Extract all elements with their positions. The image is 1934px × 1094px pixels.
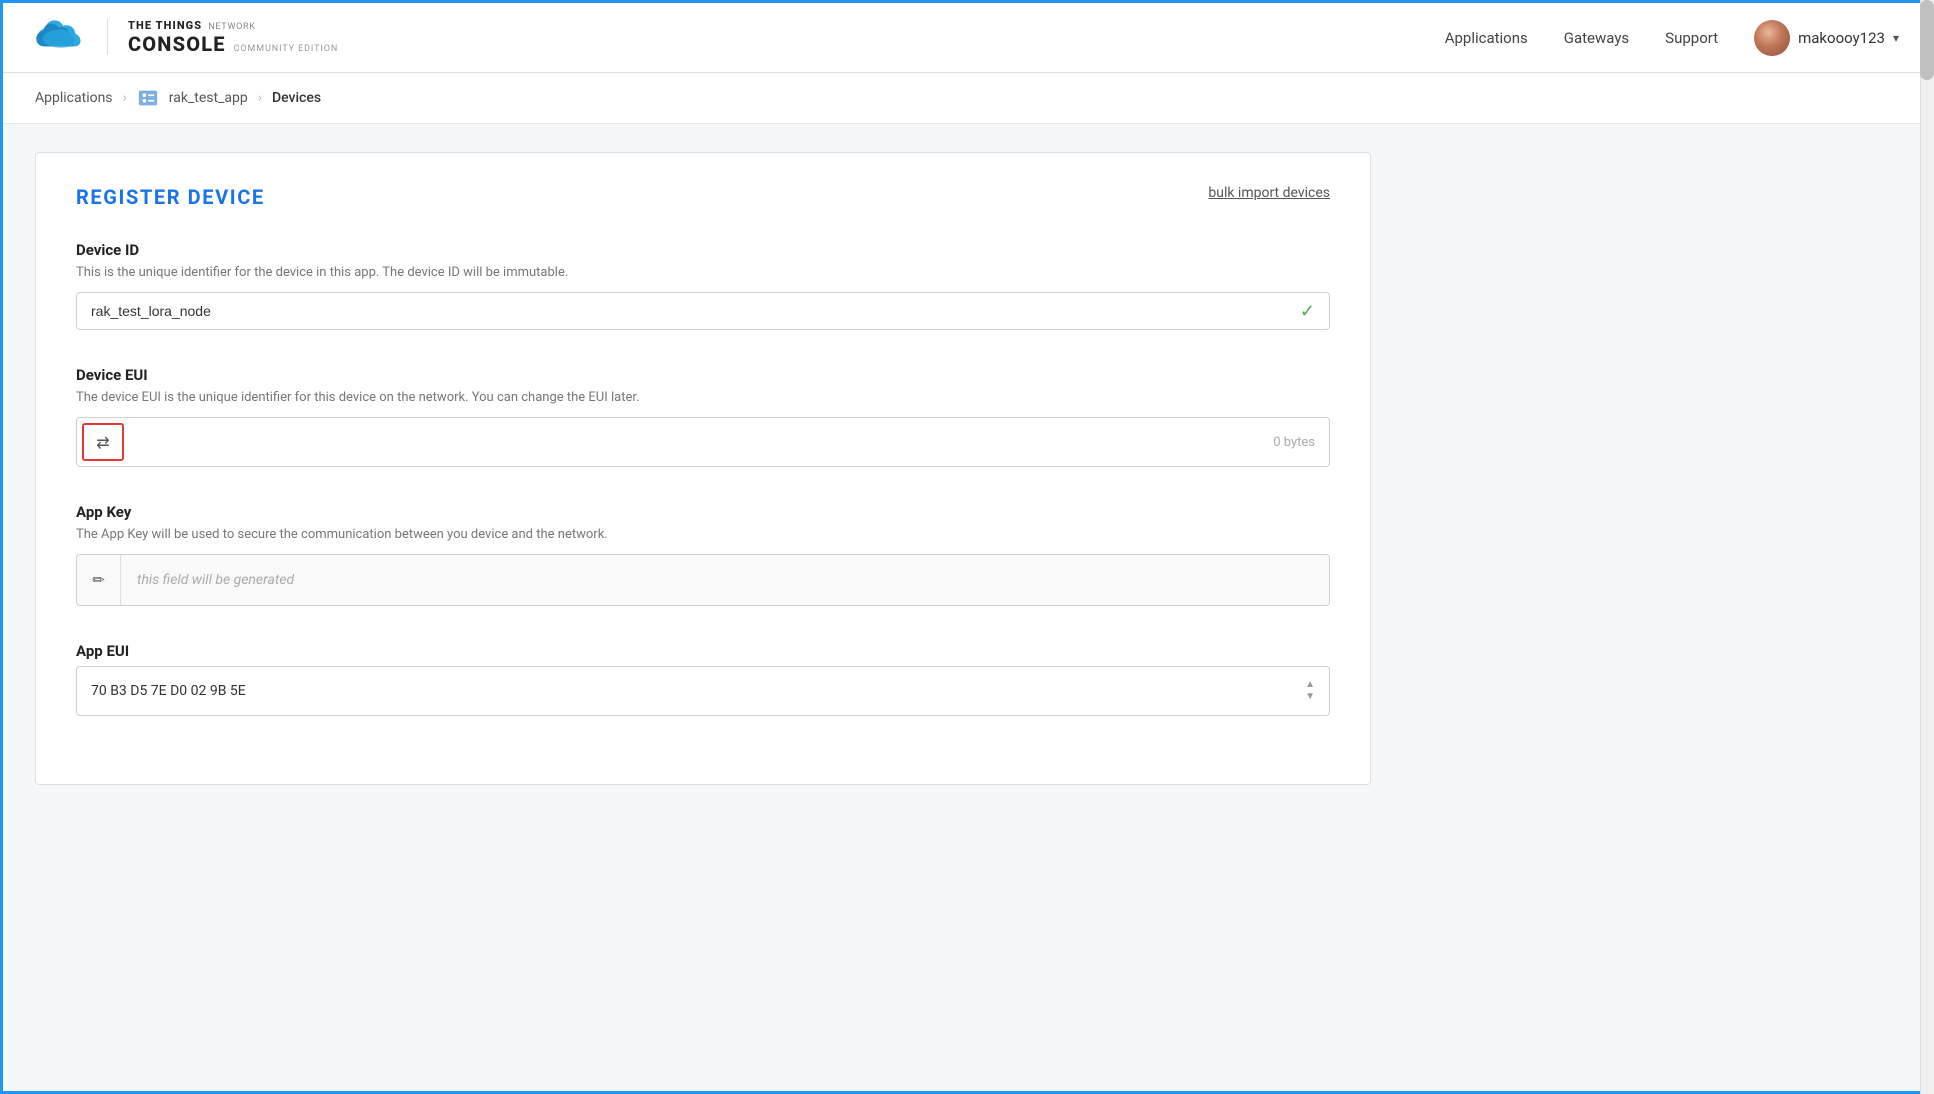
breadcrumb-applications[interactable]: Applications [35,90,113,106]
app-eui-input-wrapper: 70 B3 D5 7E D0 02 9B 5E ▲ ▼ [76,666,1330,716]
app-eui-label: App EUI [76,642,1330,660]
spinner-up-icon[interactable]: ▲ [1305,680,1315,690]
register-device-card: REGISTER DEVICE bulk import devices Devi… [35,152,1371,785]
logo-divider [107,19,108,55]
main-content: REGISTER DEVICE bulk import devices Devi… [3,124,1403,813]
spinner-down-icon[interactable]: ▼ [1305,692,1315,702]
valid-checkmark-icon: ✓ [1300,301,1315,322]
cloud-logo-icon [35,19,87,55]
user-menu[interactable]: makoooy123 ▾ [1754,20,1899,56]
header: THE THINGS NETWORK CONSOLE COMMUNITY EDI… [3,3,1931,73]
username-label: makoooy123 [1798,29,1885,47]
app-key-field: App Key The App Key will be used to secu… [76,503,1330,606]
breadcrumb-current: Devices [272,90,321,106]
nav-support[interactable]: Support [1665,29,1718,47]
scrollbar[interactable] [1920,0,1934,1094]
logo-area: THE THINGS NETWORK CONSOLE COMMUNITY EDI… [35,19,338,57]
card-header: REGISTER DEVICE bulk import devices [76,185,1330,209]
app-key-description: The App Key will be used to secure the c… [76,527,1330,542]
page-title: REGISTER DEVICE [76,185,265,209]
app-eui-field: App EUI 70 B3 D5 7E D0 02 9B 5E ▲ ▼ [76,642,1330,716]
breadcrumb-app-icon [137,87,159,109]
device-id-input[interactable] [77,293,1329,329]
scrollbar-thumb[interactable] [1920,0,1934,80]
device-eui-field: Device EUI The device EUI is the unique … [76,366,1330,467]
nav-applications[interactable]: Applications [1445,29,1528,47]
avatar [1754,20,1790,56]
device-id-label: Device ID [76,241,1330,259]
brand-name: THE THINGS [128,19,202,32]
breadcrumb-app-name[interactable]: rak_test_app [169,90,248,106]
device-id-field: Device ID This is the unique identifier … [76,241,1330,330]
main-nav: Applications Gateways Support makoooy123… [1445,20,1899,56]
breadcrumb-sep-1: › [123,90,127,106]
chevron-down-icon: ▾ [1893,31,1899,45]
device-eui-label: Device EUI [76,366,1330,384]
brand-sub: NETWORK [208,22,255,33]
breadcrumb-sep-2: › [258,90,262,106]
logo-text: THE THINGS NETWORK CONSOLE COMMUNITY EDI… [128,19,338,57]
nav-gateways[interactable]: Gateways [1564,29,1629,47]
bulk-import-link[interactable]: bulk import devices [1208,185,1330,201]
device-id-input-wrapper: ✓ [76,292,1330,330]
generate-eui-button[interactable]: ⇄ [82,423,124,461]
app-eui-value: 70 B3 D5 7E D0 02 9B 5E [91,683,1305,699]
app-key-edit-button[interactable]: ✏ [77,555,121,605]
app-key-input-wrapper: ✏ this field will be generated [76,554,1330,606]
pencil-icon: ✏ [92,571,105,589]
device-id-description: This is the unique identifier for the de… [76,265,1330,280]
app-key-placeholder: this field will be generated [121,572,1329,588]
device-eui-description: The device EUI is the unique identifier … [76,390,1330,405]
shuffle-icon: ⇄ [96,433,109,452]
app-eui-spinner[interactable]: ▲ ▼ [1305,680,1315,702]
app-key-label: App Key [76,503,1330,521]
edition-label: COMMUNITY EDITION [234,44,339,55]
eui-bytes-label: 0 bytes [1273,435,1315,450]
device-eui-input-wrapper: ⇄ 0 bytes [76,417,1330,467]
product-name: CONSOLE [128,32,226,56]
breadcrumb: Applications › rak_test_app › Devices [3,73,1931,124]
